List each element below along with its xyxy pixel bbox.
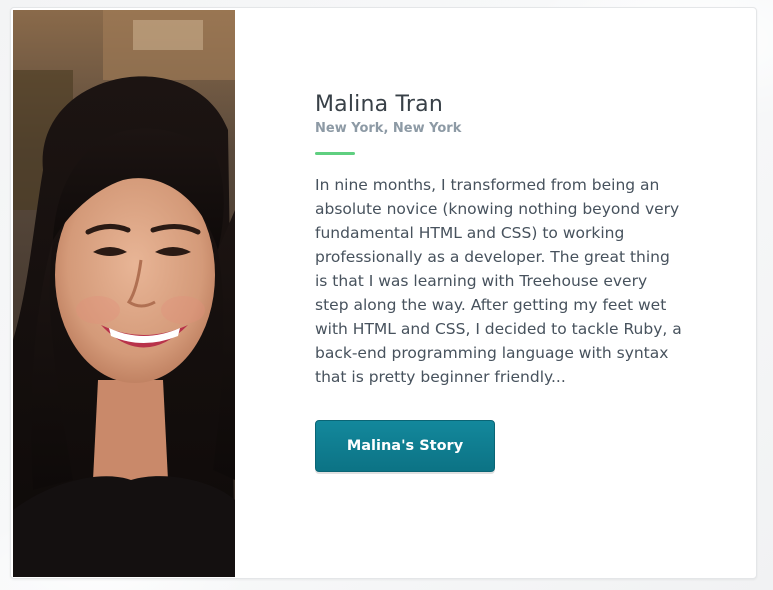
student-bio: In nine months, I transformed from being…: [315, 176, 682, 386]
story-button-label: Malina's Story: [346, 438, 464, 454]
testimonial-content: Malina Tran New York, New York In nine m…: [315, 90, 685, 472]
testimonial-card: Malina Tran New York, New York In nine m…: [10, 7, 757, 579]
profile-photo: [13, 10, 235, 577]
student-location: New York, New York: [315, 121, 462, 136]
student-name: Malina Tran: [315, 92, 443, 117]
accent-divider: [315, 152, 355, 155]
story-button[interactable]: Malina's Story: [315, 420, 495, 472]
